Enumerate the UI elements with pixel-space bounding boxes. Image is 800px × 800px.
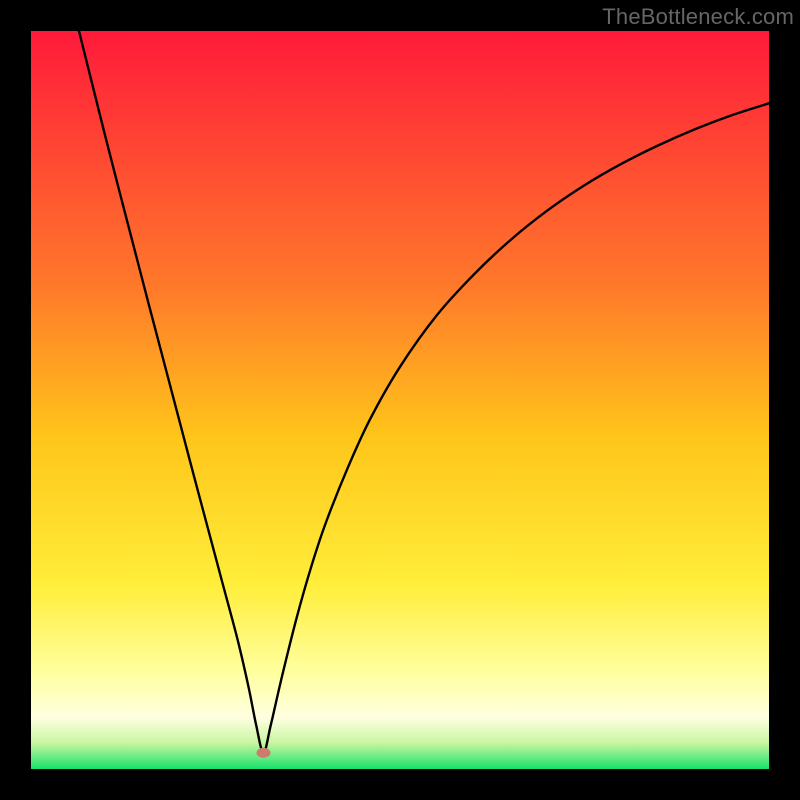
bottleneck-chart	[31, 31, 769, 769]
optimum-marker	[256, 748, 270, 758]
plot-frame	[31, 31, 769, 769]
watermark-text: TheBottleneck.com	[602, 4, 794, 30]
gradient-background	[31, 31, 769, 769]
